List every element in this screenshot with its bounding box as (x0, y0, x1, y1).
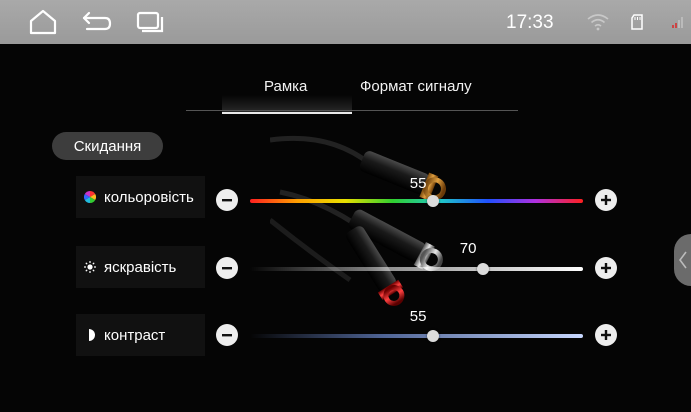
brightness-decrease-button[interactable] (216, 257, 238, 279)
saturation-decrease-button[interactable] (216, 189, 238, 211)
reset-button[interactable]: Скидання (52, 132, 163, 160)
minus-icon (222, 267, 232, 270)
tab-frame[interactable]: Рамка (264, 78, 307, 95)
recent-apps-icon[interactable] (133, 0, 167, 44)
saturation-label: кольоровість (76, 176, 205, 218)
minus-icon (222, 334, 232, 337)
tab-active-indicator (222, 95, 352, 114)
contrast-slider[interactable] (250, 334, 583, 338)
chevron-left-icon (679, 251, 687, 269)
saturation-value: 55 (409, 175, 427, 192)
contrast-increase-button[interactable] (595, 324, 617, 346)
saturation-label-text: кольоровість (104, 188, 194, 206)
status-bar: 17:33 (0, 0, 691, 44)
saturation-slider[interactable] (250, 199, 583, 203)
contrast-label-text: контраст (104, 326, 166, 344)
plus-icon (601, 330, 611, 340)
home-icon[interactable] (26, 0, 60, 44)
sd-card-icon (628, 0, 648, 44)
brightness-label: яскравість (76, 246, 205, 288)
brightness-slider-thumb[interactable] (477, 263, 490, 275)
clock: 17:33 (506, 12, 554, 33)
contrast-decrease-button[interactable] (216, 324, 238, 346)
picture-settings-panel: Рамка Формат сигналу Скидання кольоровіс… (0, 44, 691, 412)
minus-icon (222, 199, 232, 202)
side-drawer-handle[interactable] (674, 234, 691, 286)
tab-signal-format[interactable]: Формат сигналу (360, 78, 472, 95)
plus-icon (601, 195, 611, 205)
plus-icon (601, 263, 611, 273)
wifi-icon (586, 0, 610, 44)
sun-icon (84, 261, 96, 273)
signal-icon (668, 0, 688, 44)
brightness-value: 70 (459, 240, 477, 257)
contrast-slider-thumb[interactable] (427, 330, 440, 342)
contrast-label: контраст (76, 314, 205, 356)
brightness-slider[interactable] (250, 267, 583, 271)
contrast-value: 55 (409, 308, 427, 325)
brightness-increase-button[interactable] (595, 257, 617, 279)
back-icon[interactable] (80, 0, 114, 44)
color-wheel-icon (84, 191, 96, 203)
saturation-increase-button[interactable] (595, 189, 617, 211)
contrast-icon (89, 329, 95, 341)
tab-divider (186, 110, 518, 111)
brightness-label-text: яскравість (104, 258, 177, 276)
